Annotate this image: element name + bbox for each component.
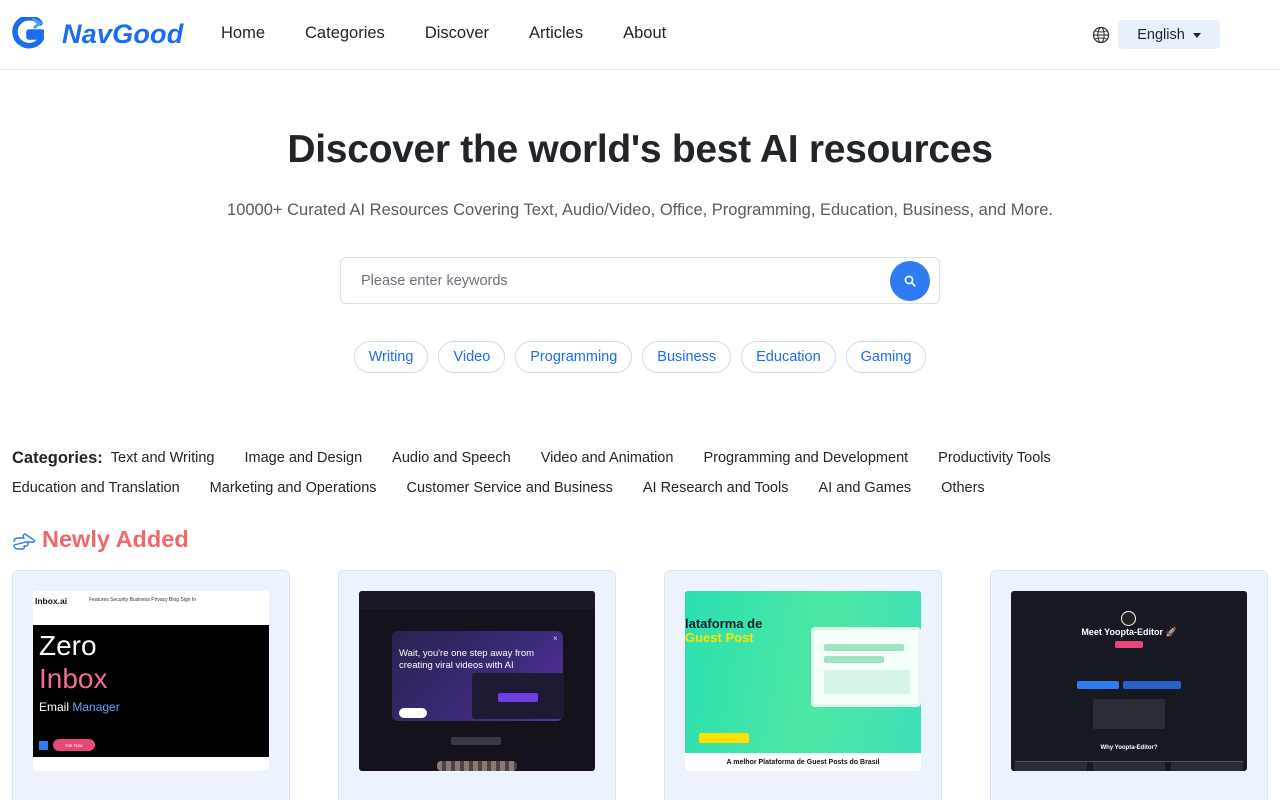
tool-card[interactable]: × Wait, you're one step away from creati… [338, 570, 616, 800]
categories-label: Categories: [12, 448, 103, 467]
thumb-line3b: Manager [72, 700, 120, 714]
tool-card[interactable]: Meet Yoopta-Editor 🚀 Why Yoopta-Editor? [990, 570, 1268, 800]
thumb-button-primary [1077, 681, 1119, 689]
thumb-hero: Zero Inbox Email Manager Get Now [33, 625, 269, 757]
thumb-line3a: Email [39, 700, 70, 714]
thumb-bottom-button [451, 737, 501, 745]
logo-text: NavGood [62, 18, 184, 49]
hero-subtitle: 10000+ Curated AI Resources Covering Tex… [227, 201, 1053, 219]
category-ai-games[interactable]: AI and Games [818, 480, 911, 496]
tag-gaming[interactable]: Gaming [845, 341, 927, 373]
thumb-heading: Meet Yoopta-Editor 🚀 [1081, 627, 1177, 637]
thumb-dashboard-row [824, 644, 904, 651]
thumb-video [1093, 699, 1165, 729]
quick-tags: Writing Video Programming Business Educa… [0, 341, 1280, 373]
category-marketing-operations[interactable]: Marketing and Operations [210, 480, 377, 496]
thumb-headline: Wait, you're one step away from creating… [399, 648, 535, 671]
thumb-line3: Email Manager [39, 700, 120, 714]
category-row: Categories: Text and Writing Image and D… [12, 443, 1272, 473]
caret-down-icon [1192, 32, 1201, 38]
thumb-modal: × Wait, you're one step away from creati… [392, 631, 564, 721]
nav-discover[interactable]: Discover [425, 24, 489, 43]
tool-card[interactable]: Inbox.ai Features Security Business Priv… [12, 570, 290, 800]
newly-added-title: Newly Added [42, 526, 189, 552]
thumb-line2: Inbox [39, 663, 108, 694]
category-audio-speech[interactable]: Audio and Speech [392, 450, 511, 466]
tag-education[interactable]: Education [741, 341, 836, 373]
main-nav: Home Categories Discover Articles About [221, 24, 706, 43]
thumb-header [1011, 591, 1247, 603]
thumb-dashboard-chart [824, 670, 910, 694]
thumb-title-line2: Guest Post [685, 630, 754, 645]
thumb-brand: Inbox.ai [35, 596, 68, 606]
category-row: Education and Translation Marketing and … [12, 473, 1272, 503]
navgood-logo-icon [12, 17, 44, 49]
top-navbar: NavGood Home Categories Discover Article… [0, 0, 1280, 70]
site-logo[interactable]: NavGood [12, 17, 183, 51]
hero-title: Discover the world's best AI resources [287, 128, 993, 171]
tool-thumbnail[interactable]: lataforma de Guest Post A melhor Platafo… [685, 591, 921, 771]
category-ai-research-tools[interactable]: AI Research and Tools [643, 480, 789, 496]
thumb-logo-icon [1121, 611, 1136, 626]
thumb-dashboard-image [811, 627, 921, 707]
thumb-subheading: Why Yoopta-Editor? [1100, 745, 1158, 751]
category-productivity-tools[interactable]: Productivity Tools [938, 450, 1051, 466]
tool-thumbnail[interactable]: Inbox.ai Features Security Business Priv… [33, 591, 269, 771]
thumb-cta [699, 733, 749, 743]
thumb-dashboard-row [824, 656, 884, 663]
tool-card[interactable]: lataforma de Guest Post A melhor Platafo… [664, 570, 942, 800]
thumb-hero: lataforma de Guest Post [685, 591, 921, 753]
category-customer-service-business[interactable]: Customer Service and Business [407, 480, 613, 496]
category-text-writing[interactable]: Text and Writing [111, 450, 215, 466]
nav-about[interactable]: About [623, 24, 666, 43]
thumb-modal-cta [399, 708, 427, 718]
thumb-button-secondary [1123, 681, 1181, 689]
category-programming-development[interactable]: Programming and Development [703, 450, 908, 466]
tag-video[interactable]: Video [438, 341, 506, 373]
thumb-nav: Features Security Business Privacy Blog … [89, 597, 196, 603]
thumb-feature-tiles [1015, 761, 1243, 771]
category-video-animation[interactable]: Video and Animation [541, 450, 674, 466]
tool-thumbnail[interactable]: × Wait, you're one step away from creati… [359, 591, 595, 771]
tag-business[interactable]: Business [642, 341, 732, 373]
tool-thumbnail[interactable]: Meet Yoopta-Editor 🚀 Why Yoopta-Editor? [1011, 591, 1247, 771]
search-box [340, 257, 940, 304]
category-image-design[interactable]: Image and Design [244, 450, 362, 466]
thumb-cta: Get Now [53, 739, 95, 751]
thumb-title-line1: lataforma de [685, 616, 763, 631]
thumb-modal-button [498, 693, 538, 702]
thumb-square-icon [39, 741, 48, 750]
category-list: Categories: Text and Writing Image and D… [12, 443, 1272, 503]
nav-categories[interactable]: Categories [305, 24, 385, 43]
nav-home[interactable]: Home [221, 24, 265, 43]
category-education-translation[interactable]: Education and Translation [12, 480, 180, 496]
nav-articles[interactable]: Articles [529, 24, 583, 43]
tag-writing[interactable]: Writing [353, 341, 429, 373]
thumb-header [359, 591, 595, 609]
tag-programming[interactable]: Programming [515, 341, 633, 373]
language-dropdown[interactable]: English [1118, 20, 1220, 49]
search-button[interactable] [890, 261, 930, 301]
close-icon: × [553, 634, 558, 643]
search-input[interactable] [342, 259, 882, 302]
thumb-badge [1115, 641, 1143, 648]
thumb-footer: A melhor Plataforma de Guest Posts do Br… [685, 753, 921, 771]
newly-added-heading: Newly Added [12, 526, 189, 553]
thumb-avatars [437, 761, 517, 771]
thumb-line1: Zero [39, 630, 97, 661]
thumb-modal-image [472, 673, 564, 719]
pointing-hand-icon [13, 532, 36, 550]
globe-icon[interactable] [1092, 26, 1110, 44]
category-others[interactable]: Others [941, 480, 985, 496]
search-icon [904, 275, 916, 287]
thumb-header: Inbox.ai Features Security Business Priv… [33, 591, 269, 625]
language-label: English [1137, 26, 1185, 43]
